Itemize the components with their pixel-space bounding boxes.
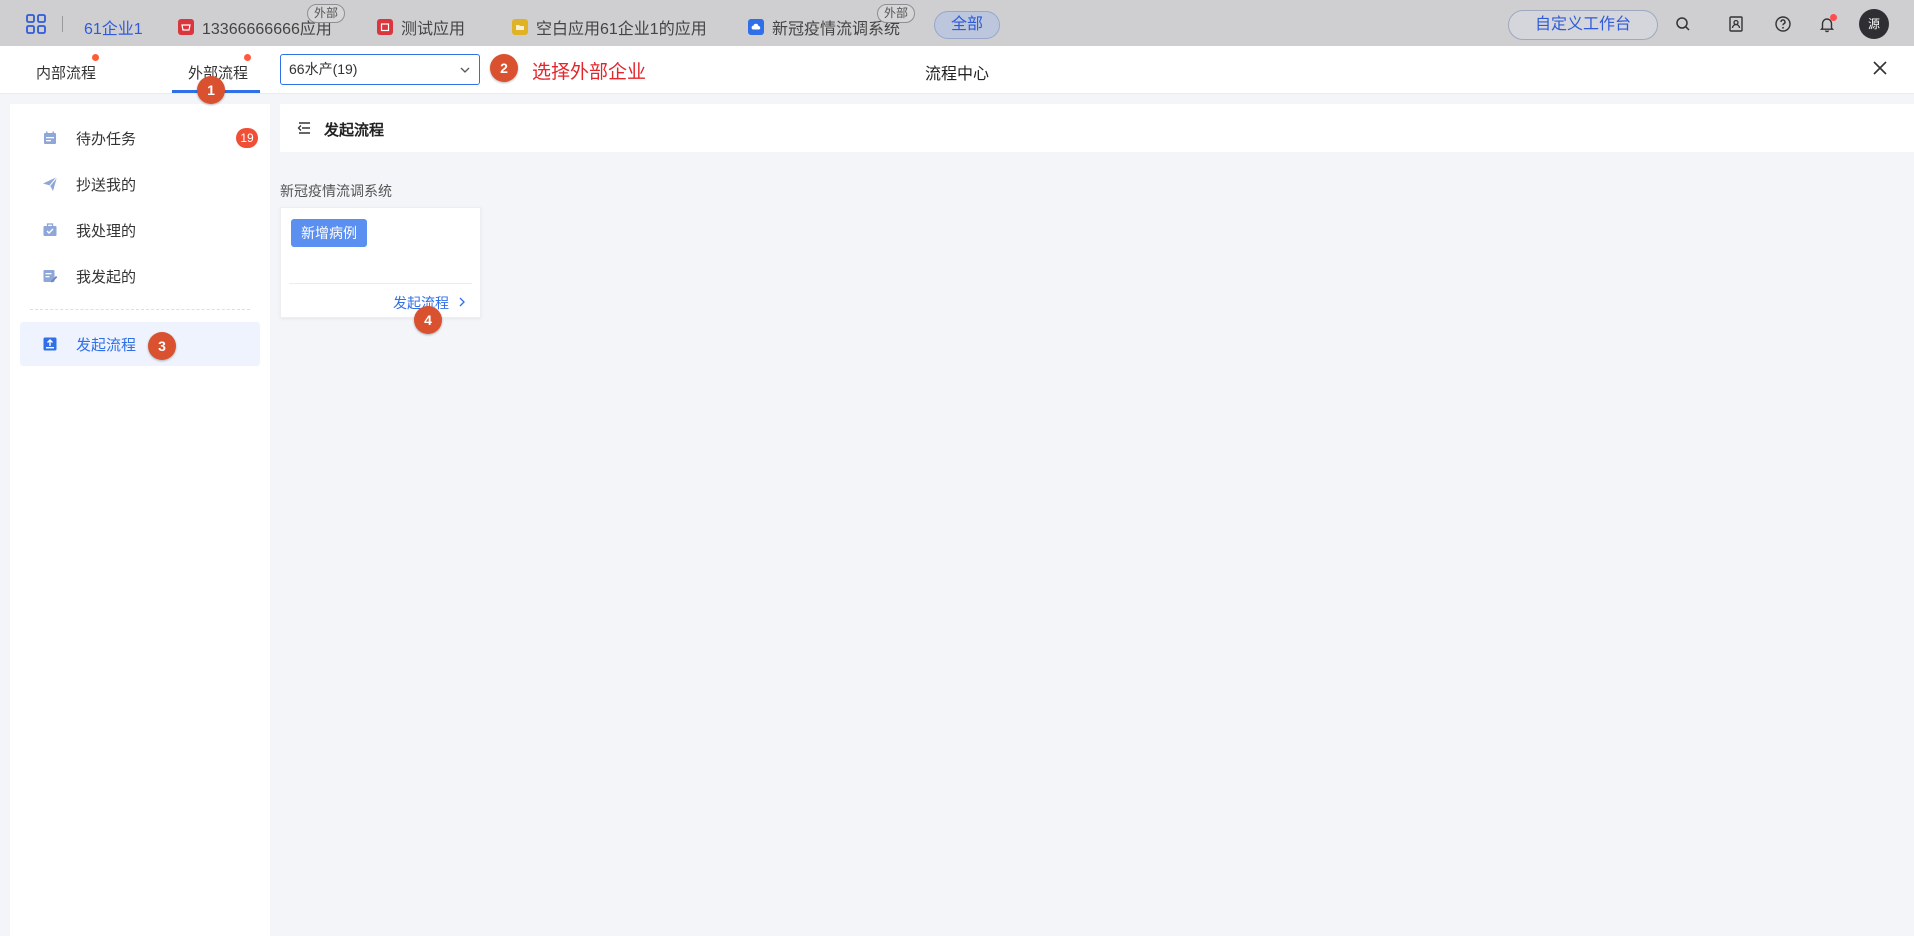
avatar[interactable]: 源 — [1859, 9, 1889, 39]
external-company-select[interactable]: 66水产(19) — [280, 54, 480, 85]
step-marker-4: 4 — [414, 306, 442, 334]
tab-internal-process[interactable]: 内部流程 — [36, 62, 96, 83]
collapse-menu-icon[interactable] — [296, 120, 312, 136]
app-tab-label: 测试应用 — [401, 21, 466, 38]
sidebar-item-todo[interactable]: 待办任务 19 — [20, 116, 260, 160]
tab-dot — [244, 54, 251, 61]
app-tab-test-app[interactable]: 测试应用 — [377, 15, 465, 39]
custom-workbench-button[interactable]: 自定义工作台 — [1508, 10, 1658, 40]
sidebar-item-initiated[interactable]: 我发起的 — [20, 254, 260, 298]
app-grid-icon[interactable] — [26, 14, 46, 34]
todo-count-badge: 19 — [236, 128, 258, 148]
sidebar-item-handled[interactable]: 我处理的 — [20, 208, 260, 252]
calendar-app-icon — [377, 19, 393, 35]
step-marker-2: 2 — [490, 54, 518, 82]
folder-app-icon — [512, 19, 528, 35]
cloud-app-icon — [748, 19, 764, 35]
app-tab-label: 空白应用61企业1的应用 — [536, 21, 707, 38]
company-select-value: 66水产(19) — [289, 61, 358, 77]
sidebar-divider — [30, 309, 250, 310]
start-flow-icon — [43, 337, 57, 351]
org-switcher[interactable]: 61企业1 — [84, 15, 143, 39]
close-icon[interactable] — [1872, 60, 1888, 76]
sidebar-item-label: 发起流程 — [76, 336, 137, 354]
chevron-down-icon — [460, 67, 470, 73]
help-icon[interactable] — [1774, 15, 1792, 33]
sidebar-item-label: 抄送我的 — [76, 176, 137, 194]
notification-dot — [1830, 14, 1837, 21]
briefcase-check-icon — [43, 223, 57, 236]
tab-dot — [92, 54, 99, 61]
top-app-bar: 61企业1 13366666666应用 外部 测试应用 空白应用61企业1的应用… — [0, 0, 1914, 46]
contacts-icon[interactable] — [1727, 15, 1745, 33]
sidebar-item-label: 待办任务 — [76, 130, 137, 148]
divider — [62, 16, 63, 32]
main-header: 发起流程 — [280, 104, 1914, 152]
external-badge: 外部 — [307, 4, 346, 23]
sidebar-item-label: 我发起的 — [76, 268, 137, 286]
all-apps-button[interactable]: 全部 — [934, 11, 1000, 39]
new-case-tag[interactable]: 新增病例 — [291, 219, 367, 247]
edit-doc-icon — [43, 270, 58, 283]
app-tab-blank-app[interactable]: 空白应用61企业1的应用 — [512, 15, 707, 39]
step-marker-1: 1 — [197, 76, 225, 104]
sidebar-item-start-flow[interactable]: 发起流程 — [20, 322, 260, 366]
step-marker-3: 3 — [148, 332, 176, 360]
external-badge: 外部 — [877, 4, 916, 23]
sidebar-item-cc-me[interactable]: 抄送我的 — [20, 162, 260, 206]
todo-calendar-icon — [44, 131, 56, 144]
app-tab-covid-system[interactable]: 新冠疫情流调系统 — [748, 15, 900, 39]
sidebar-item-label: 我处理的 — [76, 222, 137, 240]
search-icon[interactable] — [1674, 15, 1692, 33]
chevron-right-icon[interactable] — [457, 297, 467, 307]
paper-plane-icon — [43, 176, 58, 191]
app-group-label: 新冠疫情流调系统 — [280, 183, 392, 199]
card-divider — [289, 283, 472, 284]
main-header-title: 发起流程 — [324, 122, 385, 139]
page-title: 流程中心 — [925, 66, 990, 83]
sidebar: 待办任务 19 抄送我的 我处理的 我发起的 发起流程 — [10, 104, 270, 936]
flow-card: 新增病例 发起流程 — [280, 207, 481, 318]
select-company-hint: 选择外部企业 — [532, 62, 647, 83]
shop-icon — [178, 19, 194, 35]
